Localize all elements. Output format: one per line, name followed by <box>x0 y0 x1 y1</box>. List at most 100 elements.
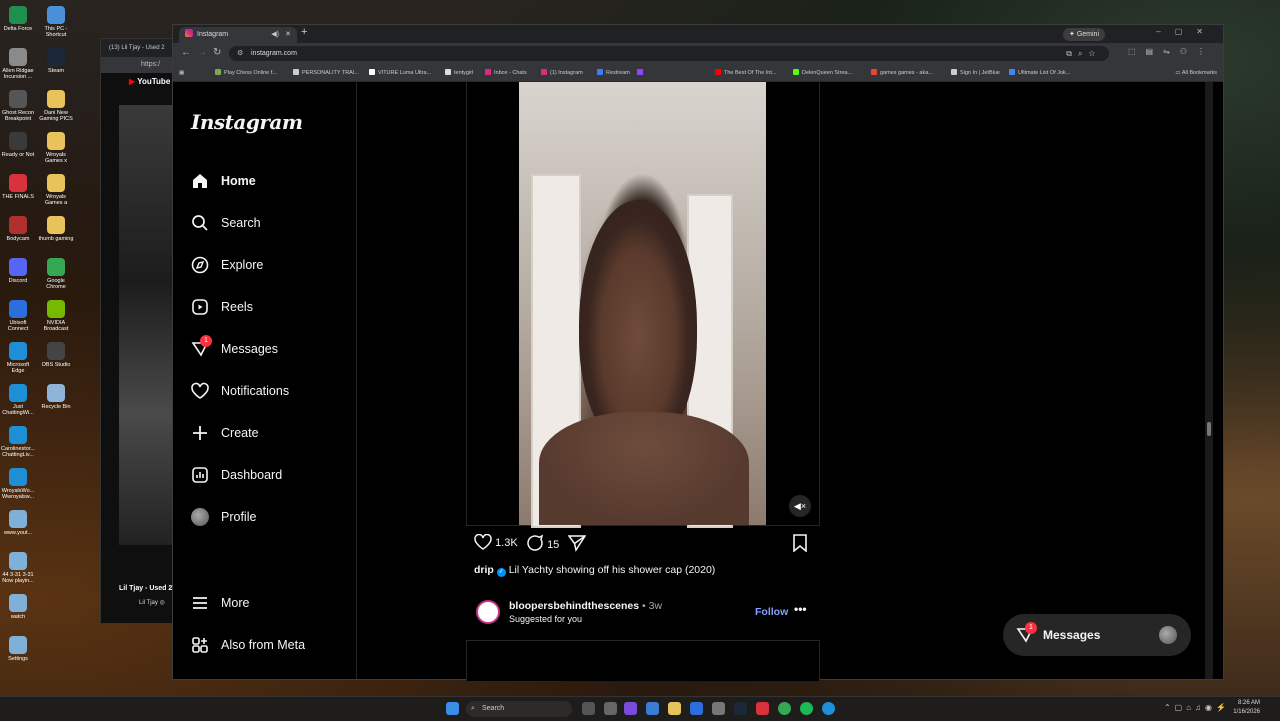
site-info-icon[interactable]: ⚙ <box>237 46 243 61</box>
desktop-icon[interactable]: Discord <box>0 258 36 284</box>
desktop-icon[interactable]: Bodycam <box>0 216 36 242</box>
desktop-icon[interactable]: THE FINALS <box>0 174 36 200</box>
file-explorer-icon[interactable] <box>668 702 681 715</box>
speaker-icon[interactable]: ◀) <box>271 27 279 43</box>
bookmark-item[interactable]: Sign In | JetBlue <box>951 65 1000 81</box>
sidebar-item-notifications[interactable]: Notifications <box>191 378 351 404</box>
desktop-icon[interactable]: Steam <box>38 48 74 74</box>
copilot-icon[interactable] <box>624 702 637 715</box>
taskbar-search[interactable]: ⌕ Search <box>466 701 572 717</box>
desktop-icon[interactable]: Ghost Recon Breakpoint <box>0 90 36 122</box>
sidebar-item-search[interactable]: Search <box>191 210 351 236</box>
share-button[interactable] <box>567 534 587 555</box>
desktop-icon[interactable]: WroyalsWo... Wwroyalsw... <box>0 468 36 500</box>
tab-instagram[interactable]: Instagram ◀) ✕ <box>179 27 297 43</box>
widgets-icon[interactable] <box>604 702 617 715</box>
bookmark-item[interactable]: The Best Of The Int... <box>715 65 776 81</box>
desktop-icon[interactable]: Ready or Not <box>0 132 36 158</box>
back-icon[interactable]: ← <box>181 47 191 58</box>
store-icon[interactable] <box>690 702 703 715</box>
follow-button[interactable]: Follow <box>755 606 788 618</box>
bookmark-item[interactable]: VITURE Luma Ultra... <box>369 65 431 81</box>
sidebar-item-messages[interactable]: 1 Messages <box>191 335 351 362</box>
omnibox-actions[interactable]: ⧉⌕☆ <box>1066 46 1101 61</box>
sidebar-item-also-from-meta[interactable]: Also from Meta <box>191 632 351 658</box>
desktop-icon[interactable]: Settings <box>0 636 36 662</box>
desktop-icon[interactable]: Wroyals Games a <box>38 174 74 206</box>
all-bookmarks[interactable]: ▭ All Bookmarks <box>1175 65 1217 81</box>
bookmark-item[interactable]: (1) Instagram <box>541 65 583 81</box>
spotify-icon[interactable] <box>800 702 813 715</box>
bookmark-item[interactable]: tentygirl <box>445 65 473 81</box>
youtube-video-title[interactable]: Lil Tjay - Used 2 <box>119 585 172 592</box>
sidebar-item-dashboard[interactable]: Dashboard <box>191 462 351 488</box>
sidebar-item-profile[interactable]: Profile <box>191 504 351 530</box>
desktop-icon[interactable]: This PC - Shortcut <box>38 6 74 38</box>
start-icon[interactable] <box>446 702 459 715</box>
steam-icon[interactable] <box>734 702 747 715</box>
desktop-icon[interactable]: NVIDIA Broadcast <box>38 300 74 332</box>
mute-toggle-icon[interactable]: ◀× <box>789 495 811 517</box>
suggested-username[interactable]: bloopersbehindthescenes <box>509 600 639 612</box>
mail-icon[interactable] <box>646 702 659 715</box>
desktop-icon[interactable]: thumb gaming <box>38 216 74 242</box>
desktop-icon[interactable]: Google Chrome <box>38 258 74 290</box>
close-tab-icon[interactable]: ✕ <box>285 27 291 43</box>
window-controls[interactable]: –▢✕ <box>1156 27 1217 36</box>
new-tab-button[interactable]: + <box>301 26 307 38</box>
suggested-post-media[interactable] <box>466 640 820 681</box>
scrollbar-thumb[interactable] <box>1207 422 1211 436</box>
bookmark-item[interactable]: games games - aka... <box>871 65 933 81</box>
system-tray[interactable]: ⌃▢⌂♫◉⚡ <box>1164 703 1230 712</box>
omnibox-url[interactable]: instagram.com <box>251 50 297 57</box>
edge-icon[interactable] <box>822 702 835 715</box>
toolbar-extension-icons[interactable]: ⬚▤⇋⚇⋮ <box>1128 47 1215 56</box>
desktop-icon[interactable]: 44 3-31 3-31 Now playin... <box>0 552 36 584</box>
post-video[interactable] <box>519 82 766 528</box>
desktop-icon[interactable]: Delta Force <box>0 6 36 32</box>
task-view-icon[interactable] <box>582 702 595 715</box>
bookmark-item[interactable]: Restream <box>597 65 630 81</box>
bookmark-item[interactable]: DelenQueen Strea... <box>793 65 852 81</box>
desktop-icon[interactable]: Allen Ridgae Incursion ... <box>0 48 36 80</box>
sidebar-item-create[interactable]: Create <box>191 420 351 446</box>
sidebar-item-reels[interactable]: Reels <box>191 294 351 320</box>
desktop-icon[interactable]: watch <box>0 594 36 620</box>
sidebar-item-home[interactable]: Home <box>191 168 351 194</box>
desktop-icon[interactable]: Ubisoft Connect <box>0 300 36 332</box>
instagram-logo[interactable]: Instagram <box>191 110 303 134</box>
desktop-icon[interactable]: Microsoft Edge <box>0 342 36 374</box>
bookmark-item[interactable] <box>637 65 646 81</box>
clock[interactable]: 8:26 AM 1/16/2026 <box>1233 699 1260 717</box>
bookmark-item[interactable]: PERSONALITY TRAI... <box>293 65 359 81</box>
desktop-icon[interactable]: OBS Studio <box>38 342 74 368</box>
like-button[interactable]: 1.3K <box>474 533 518 550</box>
gemini-button[interactable]: ✦ Gemini <box>1063 28 1105 41</box>
bookmark-item[interactable]: Play Chess Online f... <box>215 65 277 81</box>
bookmark-item[interactable]: Inbox - Chats <box>485 65 527 81</box>
caption-username[interactable]: drip <box>474 564 494 576</box>
save-button[interactable] <box>792 534 808 555</box>
apps-icon[interactable]: ▦ <box>179 65 184 81</box>
bookmark-item[interactable]: Ultimate List Of Jok... <box>1009 65 1070 81</box>
desktop-icon[interactable]: Carolinestor... ChattingLiv... <box>0 426 36 458</box>
comment-button[interactable]: 15 <box>526 534 559 552</box>
chrome-icon[interactable] <box>778 702 791 715</box>
settings-icon[interactable] <box>712 702 725 715</box>
youtube-channel-name[interactable]: Lil Tjay ◎ <box>139 599 165 606</box>
sidebar-item-more[interactable]: More <box>191 590 351 616</box>
page-scrollbar[interactable] <box>1205 82 1213 679</box>
app-icon[interactable] <box>756 702 769 715</box>
messages-floating-button[interactable]: 1 Messages <box>1003 614 1191 656</box>
sidebar-item-explore[interactable]: Explore <box>191 252 351 278</box>
suggested-avatar[interactable] <box>476 600 500 624</box>
omnibox[interactable]: ⚙ instagram.com ⧉⌕☆ <box>229 46 1109 61</box>
post-media[interactable]: ◀× <box>466 82 820 528</box>
reload-icon[interactable]: ↻ <box>213 47 221 58</box>
desktop-icon[interactable]: Recycle Bin <box>38 384 74 410</box>
forward-icon[interactable]: → <box>197 47 207 58</box>
more-options-icon[interactable]: ••• <box>794 602 807 616</box>
desktop-icon[interactable]: www.yout... <box>0 510 36 536</box>
desktop-icon[interactable]: Just ChattingWi... <box>0 384 36 416</box>
desktop-icon[interactable]: Wroyals Games x <box>38 132 74 164</box>
